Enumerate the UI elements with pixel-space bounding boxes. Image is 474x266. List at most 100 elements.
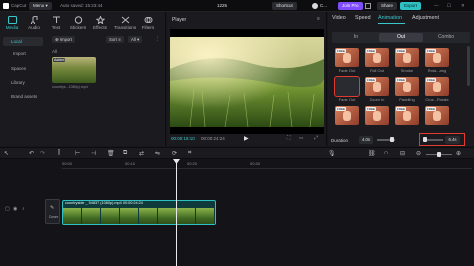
close-icon[interactable]: ✕	[461, 0, 465, 12]
tab-audio[interactable]: Audio	[25, 14, 43, 36]
app-logo-icon	[3, 3, 9, 9]
preview-axis-icon[interactable]: ⊟	[400, 150, 405, 157]
split-icon[interactable]: ⫿	[58, 150, 60, 157]
menu-button[interactable]: Menu ▾	[29, 2, 52, 10]
filters-icon	[144, 17, 152, 23]
mirror-icon[interactable]: ⇋	[155, 150, 160, 157]
tab-effects[interactable]: Effects	[91, 14, 109, 36]
effect-card[interactable]: FREE	[335, 106, 359, 132]
user-name[interactable]: C...	[320, 0, 327, 12]
crop-icon[interactable]: ⌗	[188, 150, 191, 157]
tab-stickers[interactable]: Stickers	[69, 14, 87, 36]
select-tool-icon[interactable]: ↖	[4, 150, 9, 157]
video-preview[interactable]	[170, 29, 324, 134]
media-content: ⊕ Import Sort ≡ All ▾ ⋮ All Added countr…	[48, 36, 166, 146]
clip-frame	[82, 208, 101, 224]
cover-button[interactable]: Cover ✎	[45, 199, 60, 224]
filter-all-dropdown[interactable]: All ▾	[128, 36, 143, 43]
timeline-toolbar: ↖ ↶ ↷ ⫿ ⊢ ⊣ 🗑 ⧉ ⇄ ⇋ ⟳ ⌗ 🎙 ⛓ ∩ ⊟ ⊖ ⊕	[0, 147, 474, 159]
monitor-icon[interactable]	[365, 3, 371, 9]
lock-track-icon[interactable]: ▢	[5, 206, 10, 212]
magnet-icon[interactable]: ∩	[384, 150, 388, 156]
clip-frame	[196, 208, 215, 224]
media-clip-thumbnail[interactable]: Added	[52, 57, 96, 83]
effect-card[interactable]: FREE Fall Out	[365, 48, 389, 74]
shortcut-button[interactable]: Shortcut	[272, 2, 297, 10]
duration-input[interactable]: 4.0s	[359, 136, 373, 144]
clip-frame	[139, 208, 158, 224]
split-right-icon[interactable]: ⊣	[91, 150, 96, 157]
tab-speed[interactable]: Speed	[355, 15, 371, 21]
effect-card[interactable]: FREE	[425, 106, 449, 132]
fit-icon[interactable]: ⛶	[287, 135, 291, 141]
microphone-icon[interactable]: 🎙	[328, 150, 336, 157]
minimize-icon[interactable]: —	[434, 0, 439, 12]
segment-combo[interactable]: Combo	[424, 33, 468, 42]
nav-item-spaces[interactable]: Spaces	[3, 64, 43, 73]
share-button[interactable]: Share	[377, 2, 398, 10]
effect-label: Fall Out	[369, 68, 384, 73]
playhead[interactable]	[176, 159, 177, 266]
rotate-icon[interactable]: ⟳	[172, 150, 177, 157]
effect-card[interactable]: FREE Zoom In	[365, 77, 389, 103]
nav-item-brand-assets[interactable]: Brand assets	[3, 92, 43, 101]
join-pro-label: Join Pro	[342, 3, 359, 8]
free-badge: FREE	[426, 107, 437, 111]
zoom-in-icon[interactable]: ⊕	[456, 150, 461, 157]
play-button[interactable]: ▶	[244, 135, 249, 142]
zoom-slider-handle[interactable]	[437, 152, 441, 157]
tab-adjustment[interactable]: Adjustment	[412, 15, 439, 21]
speed-input[interactable]: 6.4s	[445, 136, 460, 144]
effects-scrollbar[interactable]	[467, 46, 470, 86]
split-left-icon[interactable]: ⊢	[75, 150, 80, 157]
tab-text[interactable]: Text	[47, 14, 65, 36]
undo-icon[interactable]: ↶	[29, 150, 34, 157]
effect-preview-figure	[373, 111, 381, 121]
media-clip-name: countrys...1080p).mp4	[52, 85, 88, 89]
tab-media[interactable]: Media	[3, 14, 21, 36]
export-button[interactable]: Export	[400, 2, 422, 10]
reverse-icon[interactable]: ⇄	[139, 150, 144, 157]
sort-button[interactable]: Sort ≡	[106, 36, 124, 43]
avatar[interactable]	[312, 3, 318, 9]
segment-out[interactable]: Out	[379, 33, 423, 42]
tab-video[interactable]: Video	[332, 15, 346, 21]
tab-animation[interactable]: Animation	[378, 15, 402, 21]
mute-track-icon[interactable]: ♪	[22, 206, 25, 212]
video-clip[interactable]: countryside _ 54837 (1080p).mp4 00:00:24…	[62, 200, 216, 225]
effect-card[interactable]: Fade Out	[334, 76, 360, 103]
effect-preview-figure	[343, 53, 351, 63]
link-icon[interactable]: ⛓	[368, 150, 376, 157]
duration-slider-handle[interactable]	[390, 137, 394, 142]
join-pro-button[interactable]: Join Pro	[338, 2, 363, 10]
freeze-icon[interactable]: ⧉	[123, 150, 127, 157]
tab-transitions[interactable]: Transitions	[113, 14, 137, 36]
app-name: CapCut	[11, 3, 27, 8]
transitions-icon	[121, 16, 129, 24]
import-button[interactable]: ⊕ Import	[52, 36, 75, 43]
effect-card[interactable]: FREE	[395, 106, 419, 132]
segment-in[interactable]: In	[334, 33, 378, 42]
tick-label: 00:10	[125, 161, 136, 166]
fullscreen-icon[interactable]: ⤢	[314, 135, 318, 141]
effect-card[interactable]: FREE Rota...ang	[425, 48, 449, 74]
effect-card[interactable]: FREE Fade Out	[335, 48, 359, 74]
zoom-out-icon[interactable]: ⊖	[416, 150, 421, 157]
nav-item-import[interactable]: Import	[3, 49, 43, 58]
clip-frame	[120, 208, 139, 224]
nav-item-library[interactable]: Library	[3, 78, 43, 87]
player-menu-icon[interactable]: ≡	[317, 16, 320, 22]
maximize-icon[interactable]: ☐	[447, 0, 451, 12]
view-toggle-icon[interactable]: ⋮	[155, 36, 160, 42]
speed-slider-handle[interactable]	[423, 137, 427, 142]
effect-card[interactable]: FREE Cros...Rotate	[425, 77, 449, 103]
effect-card[interactable]: FREE Smoke	[395, 48, 419, 74]
nav-item-local[interactable]: Local	[3, 37, 43, 46]
effect-card[interactable]: FREE Paddling	[395, 77, 419, 103]
redo-icon[interactable]: ↷	[40, 150, 45, 157]
ratio-button[interactable]: ▭	[299, 135, 303, 141]
hide-track-icon[interactable]: ◉	[13, 206, 17, 212]
effect-card[interactable]: FREE	[365, 106, 389, 132]
delete-icon[interactable]: 🗑	[107, 150, 115, 157]
tab-filters[interactable]: Filters	[139, 14, 157, 36]
